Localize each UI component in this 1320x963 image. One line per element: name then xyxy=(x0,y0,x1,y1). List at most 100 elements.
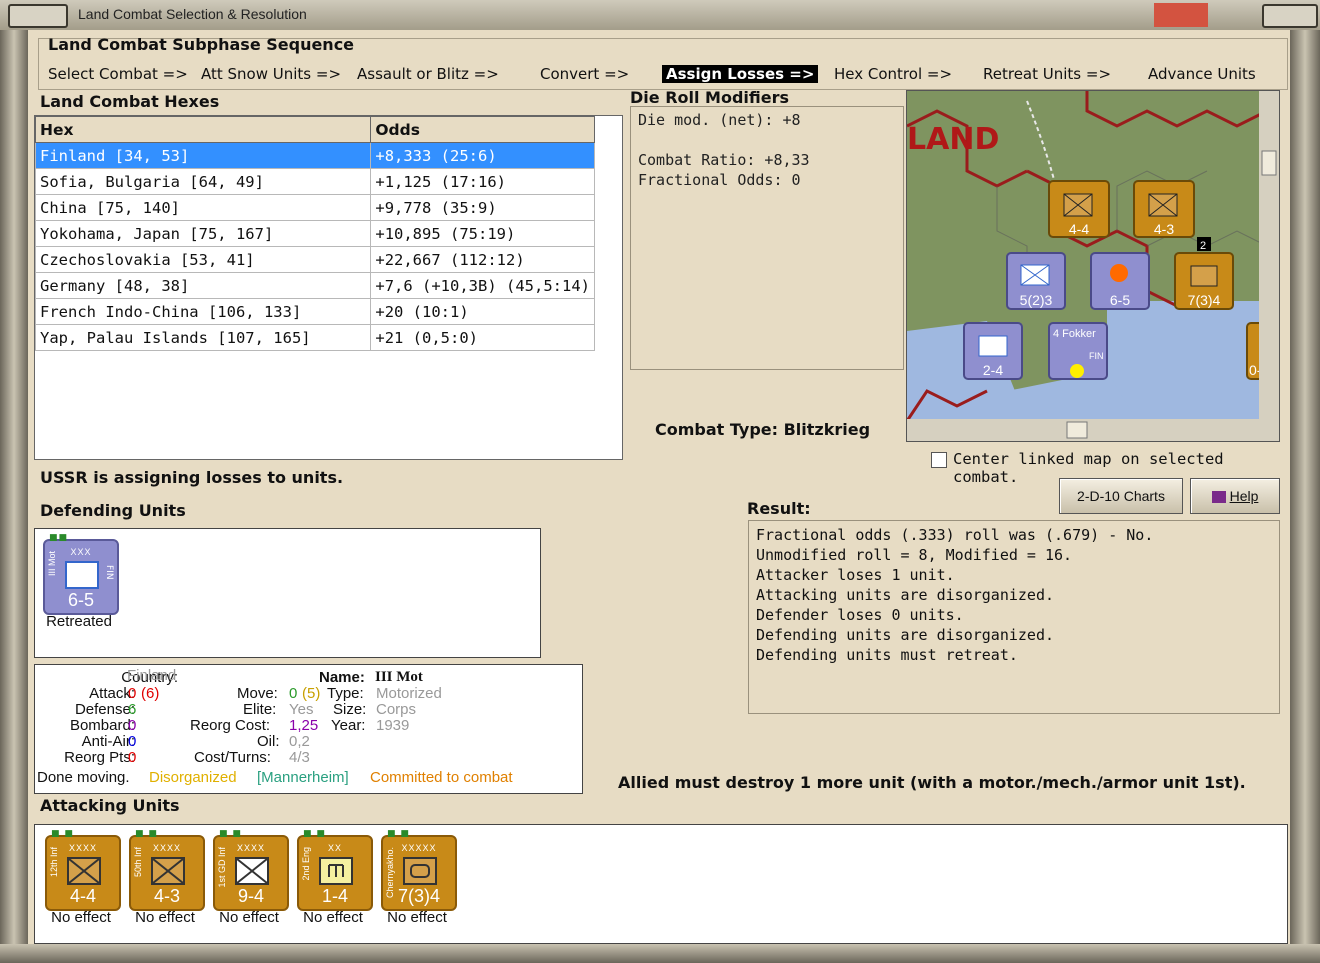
result-title: Result: xyxy=(747,499,811,518)
info-move-label: Move: xyxy=(237,685,278,702)
result-line: Defending units are disorganized. xyxy=(756,626,1055,644)
map-counter-iii-mot[interactable]: 6-5 xyxy=(1090,252,1150,310)
unit-strength: 7(3)4 xyxy=(397,886,441,906)
result-line: Defender loses 0 units. xyxy=(756,606,964,624)
sequence-title: Land Combat Subphase Sequence xyxy=(48,35,355,54)
die-mod-net: Die mod. (net): +8 xyxy=(638,111,801,129)
info-hq: [Mannerheim] xyxy=(257,769,349,786)
info-oil: 0,2 xyxy=(289,733,310,750)
center-map-checkbox[interactable] xyxy=(931,452,947,468)
map-counter-50th-inf[interactable]: 4-3 xyxy=(1133,180,1195,238)
mini-map[interactable]: LAND 4-4 4-3 5(2)3 6-5 7(3)4 2-4 4 Fokke… xyxy=(906,90,1280,442)
seq-step-att-snow: Att Snow Units => xyxy=(201,65,342,83)
window-title: Land Combat Selection & Resolution xyxy=(78,6,307,22)
map-stack-count: 2 xyxy=(1200,240,1206,252)
table-row[interactable]: Finland [34, 53] +8,333 (25:6) xyxy=(34,142,595,169)
attacking-unit-counter[interactable]: ■ ■ XXXXX Chernyakho. 7(3)4 xyxy=(381,829,457,911)
motorized-unit-icon xyxy=(65,561,99,589)
info-name-label: Name: xyxy=(319,669,365,686)
main-panel: Land Combat Subphase Sequence Select Com… xyxy=(28,30,1290,944)
result-line: Unmodified roll = 8, Modified = 16. xyxy=(756,546,1073,564)
attacking-unit-counter[interactable]: ■ ■ XXXX 50th Inf 4-3 xyxy=(129,829,205,911)
title-bar: Land Combat Selection & Resolution xyxy=(0,0,1320,31)
table-row[interactable]: Yokohama, Japan [75, 167] +10,895 (75:19) xyxy=(34,220,595,247)
map-counter-2nd-arm[interactable]: 2-4 xyxy=(963,322,1023,380)
unit-status-dots: ■ ■ xyxy=(51,829,74,839)
info-defense-label: Defense: xyxy=(74,701,135,718)
hex-cell: Yokohama, Japan [75, 167] xyxy=(34,220,372,247)
frame-right xyxy=(1290,30,1320,963)
info-cost: 4/3 xyxy=(289,749,310,766)
odds-cell: +8,333 (25:6) xyxy=(370,142,595,169)
unit-name: 1st GD Inf xyxy=(217,847,227,888)
help-button[interactable]: Help xyxy=(1190,478,1280,514)
table-row[interactable]: Yap, Palau Islands [107, 165] +21 (0,5:0) xyxy=(34,324,595,351)
unit-strength: 6-5 xyxy=(67,590,94,610)
defending-unit-status: Retreated xyxy=(46,613,112,630)
info-country: Finland xyxy=(127,667,177,684)
defending-unit-counter[interactable]: ■■ XXX III Mot FIN 6-5 xyxy=(43,533,119,615)
map-counter-mannerheim[interactable]: 5(2)3 xyxy=(1006,252,1066,310)
attacking-unit-counter[interactable]: ■ ■ XXXX 1st GD Inf 9-4 xyxy=(213,829,289,911)
map-counter-str: 6-5 xyxy=(1110,292,1130,308)
unit-name: 50th Inf xyxy=(133,847,143,878)
map-hscroll-thumb[interactable] xyxy=(1066,421,1088,439)
odds-cell: +10,895 (75:19) xyxy=(370,220,595,247)
info-elite-label: Elite: xyxy=(243,701,277,718)
attacking-unit-status: No effect xyxy=(387,909,447,926)
map-region-label: LAND xyxy=(907,122,999,157)
hex-cell: Germany [48, 38] xyxy=(34,272,372,299)
result-panel: Fractional odds (.333) roll was (.679) -… xyxy=(748,520,1280,714)
map-counter-str: 2-4 xyxy=(983,362,1003,378)
unit-info-panel: Country: Finland Name: III Mot Attack: 0… xyxy=(34,664,583,794)
info-oil-label: Oil: xyxy=(257,733,280,750)
attacking-unit-counter[interactable]: ■ ■ XX 2nd Eng 1-4 xyxy=(297,829,373,911)
table-row[interactable]: Germany [48, 38] +7,6 (+10,3B) (45,5:14) xyxy=(34,272,595,299)
unit-status-dots: ■ ■ xyxy=(135,829,158,839)
table-row[interactable]: French Indo-China [106, 133] +20 (10:1) xyxy=(34,298,595,325)
unit-strength: 9-4 xyxy=(237,886,264,906)
info-reorg-pts: 0 xyxy=(128,749,137,766)
infantry-unit-icon xyxy=(67,857,101,885)
combat-type-value: Blitzkrieg xyxy=(783,420,871,439)
attacking-title: Attacking Units xyxy=(40,796,180,815)
hex-cell: Sofia, Bulgaria [64, 49] xyxy=(34,168,372,195)
combat-type-label: Combat Type: xyxy=(655,420,779,439)
window-control-icon[interactable] xyxy=(1262,4,1318,28)
info-name: III Mot xyxy=(375,669,423,685)
table-row[interactable]: Czechoslovakia [53, 41] +22,667 (112:12) xyxy=(34,246,595,273)
combat-type: Combat Type: Blitzkrieg xyxy=(655,420,870,439)
result-line: Fractional odds (.333) roll was (.679) -… xyxy=(756,526,1154,544)
map-counter-fokker-label: 4 Fokker xyxy=(1053,328,1096,340)
info-type-label: Type: xyxy=(327,685,364,702)
window-menu-icon[interactable] xyxy=(8,4,68,28)
odds-cell: +22,667 (112:12) xyxy=(370,246,595,273)
odds-cell: +9,778 (35:9) xyxy=(370,194,595,221)
map-canvas[interactable]: LAND 4-4 4-3 5(2)3 6-5 7(3)4 2-4 4 Fokke… xyxy=(907,91,1279,441)
map-vscroll-thumb[interactable] xyxy=(1261,150,1277,176)
unit-strength: 1-4 xyxy=(321,886,348,906)
column-header-odds[interactable]: Odds xyxy=(370,116,595,143)
die-mod-title: Die Roll Modifiers xyxy=(630,88,790,107)
combat-ratio: Combat Ratio: +8,33 xyxy=(638,151,810,169)
map-counter-chernyakho[interactable]: 7(3)4 xyxy=(1174,252,1234,310)
info-attack: 0 xyxy=(128,685,137,702)
status-message: USSR is assigning losses to units. xyxy=(40,468,344,487)
table-row[interactable]: Sofia, Bulgaria [64, 49] +1,125 (17:16) xyxy=(34,168,595,195)
map-counter-12th-inf[interactable]: 4-4 xyxy=(1048,180,1110,238)
attacking-unit-counter[interactable]: ■ ■ XXXX 12th Inf 4-4 xyxy=(45,829,121,911)
allied-message: Allied must destroy 1 more unit (with a … xyxy=(618,773,1246,792)
map-hscrollbar[interactable] xyxy=(907,419,1279,441)
charts-button[interactable]: 2-D-10 Charts xyxy=(1059,478,1183,514)
map-vscrollbar[interactable] xyxy=(1259,91,1279,441)
info-size-label: Size: xyxy=(333,701,367,718)
hexes-table: Hex Odds Finland [34, 53] +8,333 (25:6) S… xyxy=(34,116,595,351)
map-counter-str: 4-4 xyxy=(1069,221,1089,237)
close-button[interactable] xyxy=(1154,3,1208,27)
hq-unit-icon xyxy=(403,857,437,885)
map-counter-fokker[interactable]: 4 Fokker FIN xyxy=(1048,322,1108,380)
table-row[interactable]: China [75, 140] +9,778 (35:9) xyxy=(34,194,595,221)
attacking-panel: ■ ■ XXXX 12th Inf 4-4 No effect ■ ■ XXXX… xyxy=(34,824,1288,944)
column-header-hex[interactable]: Hex xyxy=(34,116,372,143)
result-line: Defending units must retreat. xyxy=(756,646,1018,664)
